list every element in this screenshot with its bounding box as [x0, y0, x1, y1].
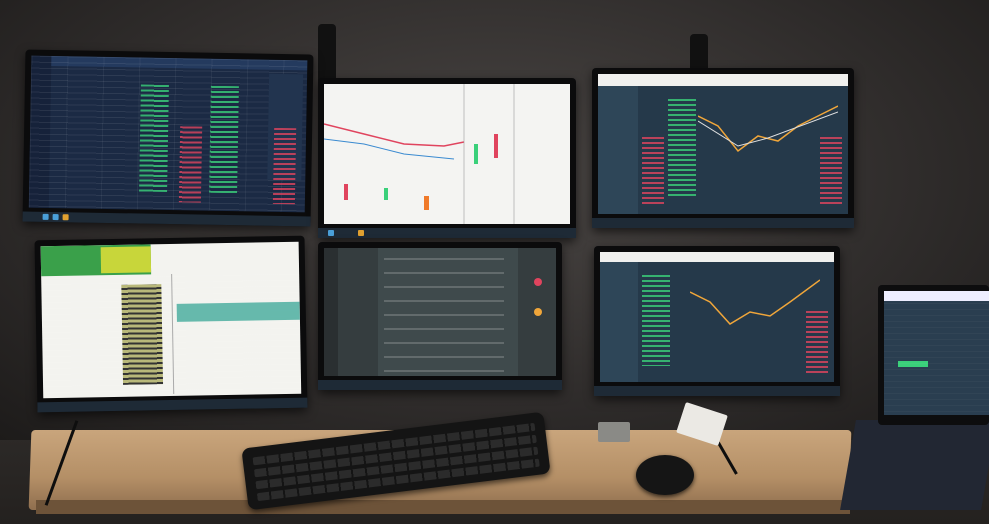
laptop [878, 285, 989, 425]
price-chart-image-2 [690, 279, 820, 325]
screen-bottom-left [40, 241, 302, 399]
monitor-bottom-left [34, 235, 308, 413]
laptop-keyboard [840, 420, 989, 510]
screen-top-right [598, 74, 848, 214]
price-chart-image [698, 105, 838, 153]
laptop-screen [884, 291, 989, 415]
candlestick-chart-image [324, 84, 515, 224]
small-device [598, 422, 630, 442]
monitor-top-center [318, 78, 576, 238]
monitor-top-left [22, 49, 314, 227]
screen-bottom-center [324, 248, 556, 376]
screen-top-left [28, 55, 308, 213]
monitor-bottom-center [318, 242, 562, 390]
screen-top-center [324, 84, 570, 224]
desk-edge [36, 500, 850, 514]
screen-bottom-right [600, 252, 834, 382]
monitor-bottom-right [594, 246, 840, 396]
monitor-top-right [592, 68, 854, 228]
mouse [636, 455, 694, 495]
monitor-pole-left [318, 24, 336, 84]
